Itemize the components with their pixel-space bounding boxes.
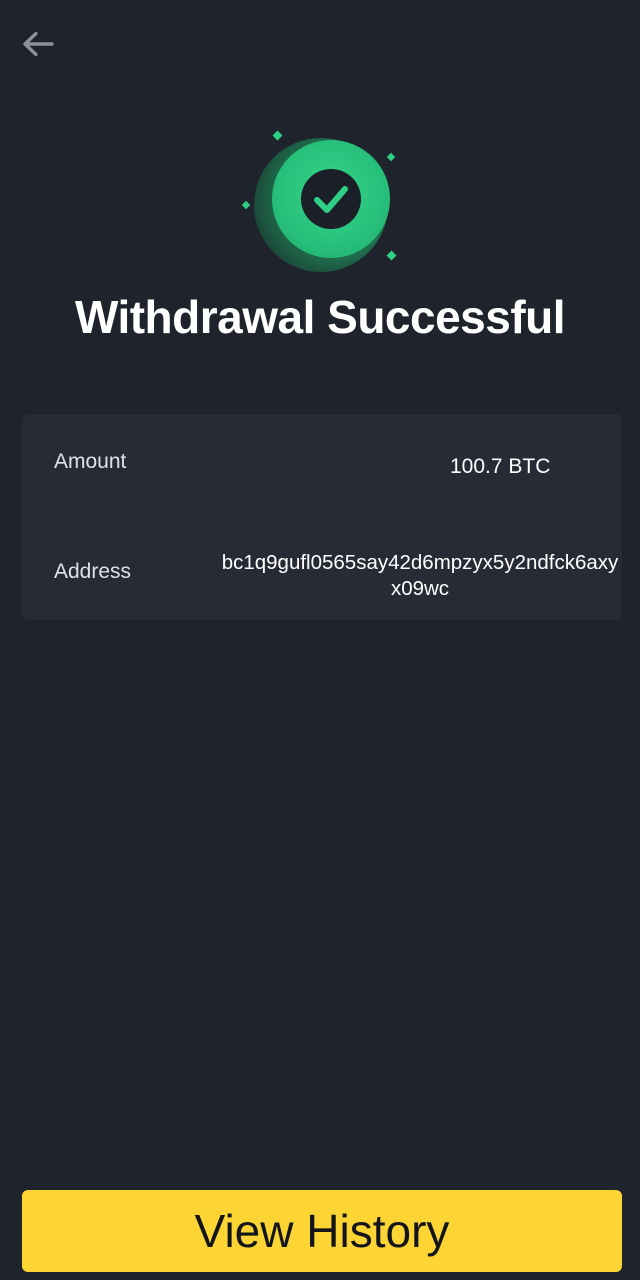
back-button[interactable] [18,26,58,62]
amount-label: Amount [54,450,127,473]
address-label: Address [54,560,132,583]
success-graphic [238,126,402,272]
page-title: Withdrawal Successful [74,291,566,343]
sparkle-icon [272,130,283,141]
sparkle-icon [241,200,251,210]
address-value: bc1q9gufl0565say42d6mpzyx5y2ndfck6axyx09… [221,551,619,600]
checkmark-icon [301,169,361,229]
arrow-left-icon [23,31,54,57]
amount-value: 100.7 BTC [450,455,551,478]
withdrawal-details-card: Amount 100.7 BTC Address bc1q9gufl0565sa… [22,414,622,620]
check-circle-icon [272,140,390,258]
sparkle-icon [386,152,396,162]
sparkle-icon [386,250,397,261]
view-history-button[interactable]: View History [22,1190,622,1272]
